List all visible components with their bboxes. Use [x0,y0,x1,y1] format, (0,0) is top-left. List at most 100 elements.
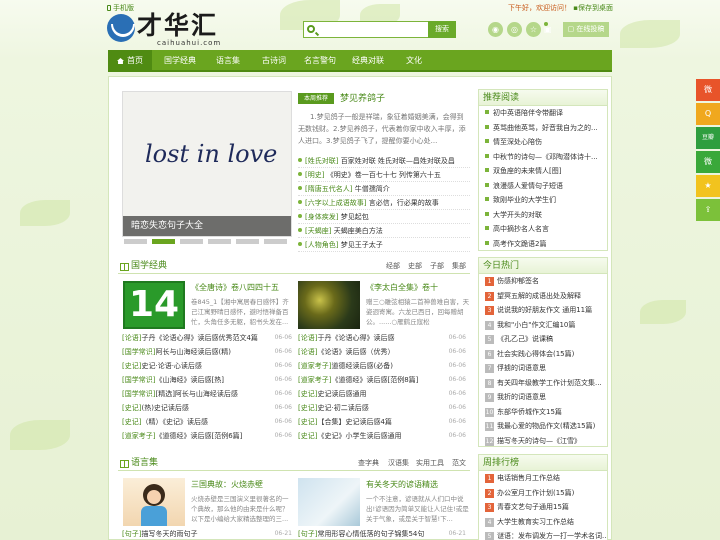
guoxue-link[interactable]: 经部 [386,258,400,274]
table-row[interactable]: [史记]史记·初二读后感 06-06 [298,401,466,415]
guoxue-link[interactable]: 史部 [408,258,422,274]
card-title[interactable]: 《李太白全集》卷十 [366,282,438,293]
share-icon[interactable]: ⇪ [696,199,720,221]
site-logo[interactable]: 才华汇 caihuahui.com [107,12,247,47]
weibo-share-icon[interactable]: 微 [696,79,720,101]
calendar-number-image[interactable]: 14 [123,281,185,329]
nav-yuyan[interactable]: 语言集 [206,50,250,72]
table-row[interactable]: [道家考子]《道德经》读后感[范例6篇] 06-06 [122,429,292,443]
nav-guoxue[interactable]: 国学经典 [156,50,204,72]
wechat-share-icon[interactable]: 微 [696,151,720,173]
list-item[interactable]: 1 电话销售月工作总结 [479,471,607,486]
ranking-title[interactable]: 周排行榜 [479,455,607,471]
list-item[interactable]: [身体疾发] 梦见起包 [298,210,470,224]
search-button[interactable]: 搜索 [428,21,456,38]
list-item[interactable]: 初中英语陪伴令带翻译 [479,106,607,121]
douban-share-icon[interactable]: 豆瓣 [696,127,720,149]
card-title[interactable]: 有关冬天的谚语精选 [366,479,438,490]
table-row[interactable]: [国学常识]阿长与山海经读后感(精) 06-06 [122,345,292,359]
yuyan-link[interactable]: 实用工具 [416,455,444,471]
list-item[interactable]: 高考作文跪语2篇 [479,237,607,252]
list-item[interactable]: 4 大学生教育实习工作总结 [479,515,607,530]
list-item[interactable]: 5 《孔乙己》说课稿 [479,332,607,347]
table-row[interactable]: [国学常识]《山海经》读后感[热] 06-06 [122,373,292,387]
nav-home[interactable]: 首页 [108,50,152,72]
online-submit-button[interactable]: ▢ 在线投稿 [563,22,609,37]
tencent-icon[interactable]: ◎ [507,22,522,37]
nav-mingyan[interactable]: 名言警句 [294,50,346,72]
featured-title[interactable]: 梦见养鸽子 [340,91,385,104]
list-item[interactable]: 3 说说我的好朋友作文 通用11篇 [479,303,607,318]
list-item[interactable]: 7 俘掳的词语意思 [479,361,607,376]
list-item[interactable]: 中秋节的诗句—《邓陶潜体诗十... [479,150,607,165]
nav-duilian[interactable]: 经典对联 [342,50,394,72]
list-item[interactable]: 高中摘抄名人名言 [479,222,607,237]
spiral-art-image[interactable] [298,281,360,329]
slider-dot[interactable] [264,239,287,244]
list-item[interactable]: [明史] 《明史》卷一百七十七 列传第六十五 [298,168,470,182]
table-row[interactable]: [史记]史记读后感通用 06-06 [298,387,466,401]
table-row[interactable]: [史记](热)史记读后感 06-06 [122,401,292,415]
weibo-icon[interactable]: ◉ [488,22,503,37]
star-icon[interactable]: ☆ [526,22,541,37]
list-item[interactable]: [姓氏对联] 百家姓对联 姓氏对联—昌姓对联及昌 [298,154,470,168]
winter-image[interactable] [298,478,360,526]
list-item[interactable]: 情至深处心陪伤 [479,135,607,150]
recommend-title[interactable]: 推荐阅读 [479,90,607,106]
guoxue-link[interactable]: 子部 [430,258,444,274]
yuyan-link[interactable]: 范文 [452,455,466,471]
list-item[interactable]: 1 伤感抑郁签名 [479,274,607,289]
list-item[interactable]: [隋唐五代名人] 牛僧孺简介 [298,182,470,196]
yuyan-link[interactable]: 汉语集 [388,455,409,471]
list-item[interactable]: 4 我和"小白"作文汇编10篇 [479,318,607,333]
slider-dot[interactable] [180,239,203,244]
slider-dot[interactable] [124,239,147,244]
rss-icon[interactable]: ▣ [544,22,552,34]
table-row[interactable]: [论语]子丹《论语心得》读后感优秀范文4篇 06-06 [122,331,292,345]
table-row[interactable]: [句子]常用形容心情低落的句子锦集54句 06-21 [298,528,466,540]
list-item[interactable]: [六字以上成语故事] 言必信，行必果的故事 [298,196,470,210]
list-item[interactable]: 5 谜语：发布调发方一打一学术名词... [479,529,607,540]
list-item[interactable]: 2 望冥五解的成语出处及解释 [479,289,607,304]
list-item[interactable]: 8 有关四年级教学工作计划范文集... [479,376,607,391]
section-title[interactable]: 语言集 [118,455,158,471]
table-row[interactable]: [国学常识][精选]阿长与山海经读后感 06-06 [122,387,292,401]
list-item[interactable]: 9 我折的词语意思 [479,390,607,405]
nav-wenhua[interactable]: 文化 [392,50,436,72]
list-item[interactable]: 6 社会实践心得体会(15篇) [479,347,607,362]
card-title[interactable]: 三国典故：火烧赤壁 [191,479,263,490]
table-row[interactable]: [句子]描写冬天的雨句子 06-21 [122,528,292,540]
cartoon-girl-image[interactable] [123,478,185,526]
slider-image[interactable]: lost in love 暗恋失恋句子大全 [122,91,292,237]
list-item[interactable]: 10 东部华侨城作文15篇 [479,405,607,420]
card-title[interactable]: 《全唐诗》卷八四四十五 [191,282,279,293]
yuyan-link[interactable]: 查字典 [358,455,379,471]
list-item[interactable]: 英骂曲他英骂，好音我自为之的... [479,121,607,136]
list-item[interactable]: 3 青春文艺句子通用15篇 [479,500,607,515]
guoxue-link[interactable]: 集部 [452,258,466,274]
table-row[interactable]: [论语]于丹《论语心得》读后感 06-06 [298,331,466,345]
hot-title[interactable]: 今日热门 [479,258,607,274]
section-title[interactable]: 国学经典 [118,258,167,274]
table-row[interactable]: [史记]（精）《史记》读后感 06-06 [122,415,292,429]
search-input[interactable] [303,21,429,38]
table-row[interactable]: [道家考子]道德经读后感(必备) 06-06 [298,359,466,373]
star-share-icon[interactable]: ★ [696,175,720,197]
list-item[interactable]: 浪漫感人爱情句子短语 [479,179,607,194]
list-item[interactable]: 双鱼座的未来情人[图] [479,164,607,179]
list-item[interactable]: 2 办公室月工作计划(15篇) [479,486,607,501]
table-row[interactable]: [道家考子]《道德经》读后感[范例8篇] 06-06 [298,373,466,387]
slider-dot[interactable] [152,239,175,244]
list-item[interactable]: [天蝎座] 天蝎座美白方法 [298,224,470,238]
list-item[interactable]: 大学开头的对联 [479,208,607,223]
slider-dot[interactable] [236,239,259,244]
table-row[interactable]: [论语]《论语》读后感（优秀） 06-06 [298,345,466,359]
slider-caption[interactable]: 暗恋失恋句子大全 [123,216,291,236]
slider-dot[interactable] [208,239,231,244]
list-item[interactable]: [人物角色] 梦见王子太子 [298,238,470,252]
table-row[interactable]: [史记]【合集】史记读后感4篇 06-06 [298,415,466,429]
nav-gushici[interactable]: 古诗词 [252,50,296,72]
list-item[interactable]: 12 描写冬天的诗句—《江雪》 [479,434,607,449]
qzone-share-icon[interactable]: Q [696,103,720,125]
list-item[interactable]: 致刚毕业的大学生们 [479,193,607,208]
